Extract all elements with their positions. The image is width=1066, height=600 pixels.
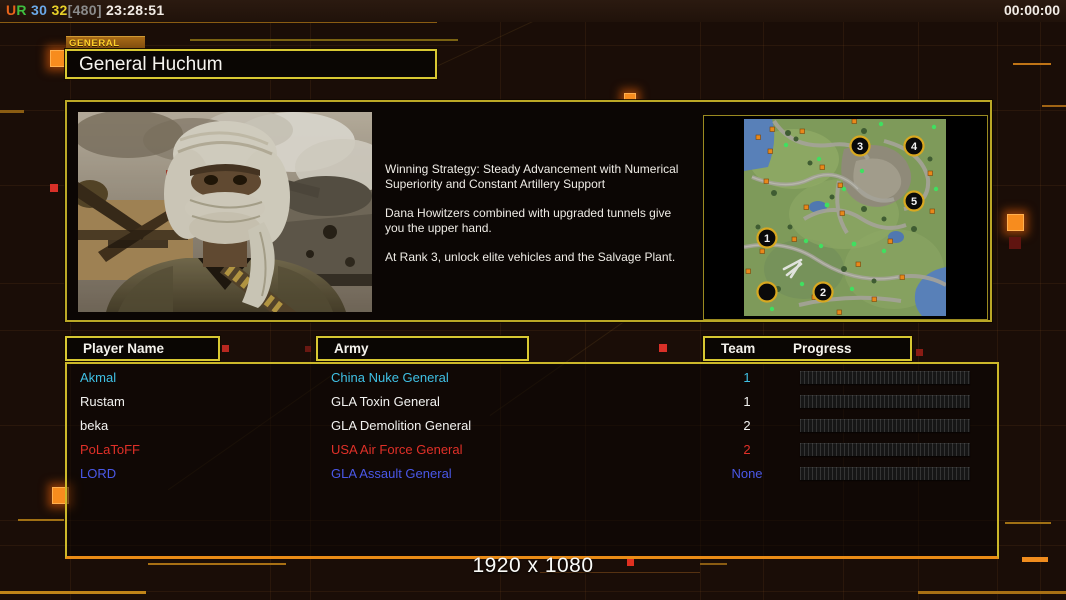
team-cell: 1 <box>743 370 751 385</box>
grid-line <box>1040 0 1041 600</box>
map-marker-3: 3 <box>849 135 871 157</box>
strategy-line-2: Dana Howitzers combined with upgraded tu… <box>385 206 672 235</box>
grid-line <box>0 591 1066 592</box>
map-marker-5: 5 <box>903 190 925 212</box>
progress-bar <box>800 371 970 384</box>
player-name-header-label: Player Name <box>83 341 165 356</box>
status-square <box>916 349 923 356</box>
player-name-cell: PoLaToFF <box>80 442 140 457</box>
strategy-line-3: At Rank 3, unlock elite vehicles and the… <box>385 250 676 264</box>
progress-bar <box>800 443 970 456</box>
minimap: 1 2 3 4 5 <box>744 119 946 316</box>
army-cell: GLA Demolition General <box>331 418 472 433</box>
circuit-line <box>918 591 1066 594</box>
grid-line <box>0 330 1066 331</box>
match-timer: 00:00:00 <box>1003 2 1060 18</box>
general-name-box: General Huchum <box>65 49 437 79</box>
status-square <box>222 345 229 352</box>
army-cell: China Nuke General <box>331 370 449 385</box>
progress-header-label: Progress <box>793 341 852 356</box>
portrait-art <box>78 112 372 312</box>
status-square <box>305 346 311 352</box>
army-cell: GLA Assault General <box>331 466 452 481</box>
team-cell: 2 <box>743 442 751 457</box>
circuit-line <box>190 39 458 41</box>
accent-square <box>1007 214 1024 231</box>
map-marker-4: 4 <box>903 135 925 157</box>
army-header-label: Army <box>334 341 369 356</box>
general-info-panel: Winning Strategy: Steady Advancement wit… <box>65 100 992 322</box>
team-cell: 2 <box>743 418 751 433</box>
team-cell: None <box>731 466 763 481</box>
circuit-line <box>18 519 64 521</box>
strategy-text: Winning Strategy: Steady Advancement wit… <box>385 162 715 279</box>
svg-text:4: 4 <box>911 141 918 153</box>
map-marker-1: 1 <box>756 227 778 249</box>
player-name-cell: beka <box>80 418 109 433</box>
status-square <box>50 184 58 192</box>
table-row: Rustam GLA Toxin General 1 <box>67 390 997 414</box>
team-header-label: Team <box>721 341 756 356</box>
svg-text:3: 3 <box>857 141 863 153</box>
stat-u: U <box>6 2 17 18</box>
map-marker-2: 2 <box>812 281 834 303</box>
network-stats: UR 30 32[480] 23:28:51 <box>6 2 164 18</box>
general-portrait <box>78 112 372 312</box>
table-row: PoLaToFF USA Air Force General 2 <box>67 438 997 462</box>
player-name-cell: Rustam <box>80 394 125 409</box>
circuit-line <box>1005 522 1051 524</box>
circuit-line <box>0 591 146 594</box>
progress-bar <box>800 395 970 408</box>
stat-yellow: 32 <box>51 2 68 18</box>
svg-text:1: 1 <box>764 233 770 245</box>
army-cell: USA Air Force General <box>331 442 463 457</box>
general-name: General Huchum <box>79 54 223 75</box>
circuit-line <box>0 110 24 113</box>
table-row: beka GLA Demolition General 2 <box>67 414 997 438</box>
table-row: LORD GLA Assault General None <box>67 462 997 486</box>
column-header-player-name: Player Name <box>65 336 220 361</box>
svg-text:5: 5 <box>911 196 917 208</box>
general-tab-label: GENERAL <box>66 36 145 50</box>
column-header-team-progress: Team Progress <box>703 336 912 361</box>
player-name-cell: Akmal <box>80 370 117 385</box>
column-header-army: Army <box>316 336 529 361</box>
strategy-line-1: Winning Strategy: Steady Advancement wit… <box>385 162 679 191</box>
status-square <box>1009 237 1021 249</box>
clock: 23:28:51 <box>106 2 165 18</box>
circuit-line <box>1013 63 1051 65</box>
top-status-bar: UR 30 32[480] 23:28:51 00:00:00 <box>0 0 1066 22</box>
status-square <box>659 344 667 352</box>
army-cell: GLA Toxin General <box>331 394 440 409</box>
map-marker-empty <box>756 281 778 303</box>
svg-text:2: 2 <box>820 287 826 299</box>
circuit-line <box>1042 105 1066 107</box>
grid-line <box>0 45 1066 46</box>
player-table-body: Akmal China Nuke General 1 Rustam GLA Toxin … <box>65 362 999 559</box>
player-name-cell: LORD <box>80 466 117 481</box>
team-cell: 1 <box>743 394 751 409</box>
progress-bar <box>800 467 970 480</box>
stat-gray: [480] <box>67 2 102 18</box>
map-preview-box: 1 2 3 4 5 <box>703 115 988 320</box>
stat-blue: 30 <box>31 2 48 18</box>
table-row: Akmal China Nuke General 1 <box>67 366 997 390</box>
stat-r: R <box>16 2 27 18</box>
resolution-label: 1920 x 1080 <box>472 554 594 577</box>
progress-bar <box>800 419 970 432</box>
